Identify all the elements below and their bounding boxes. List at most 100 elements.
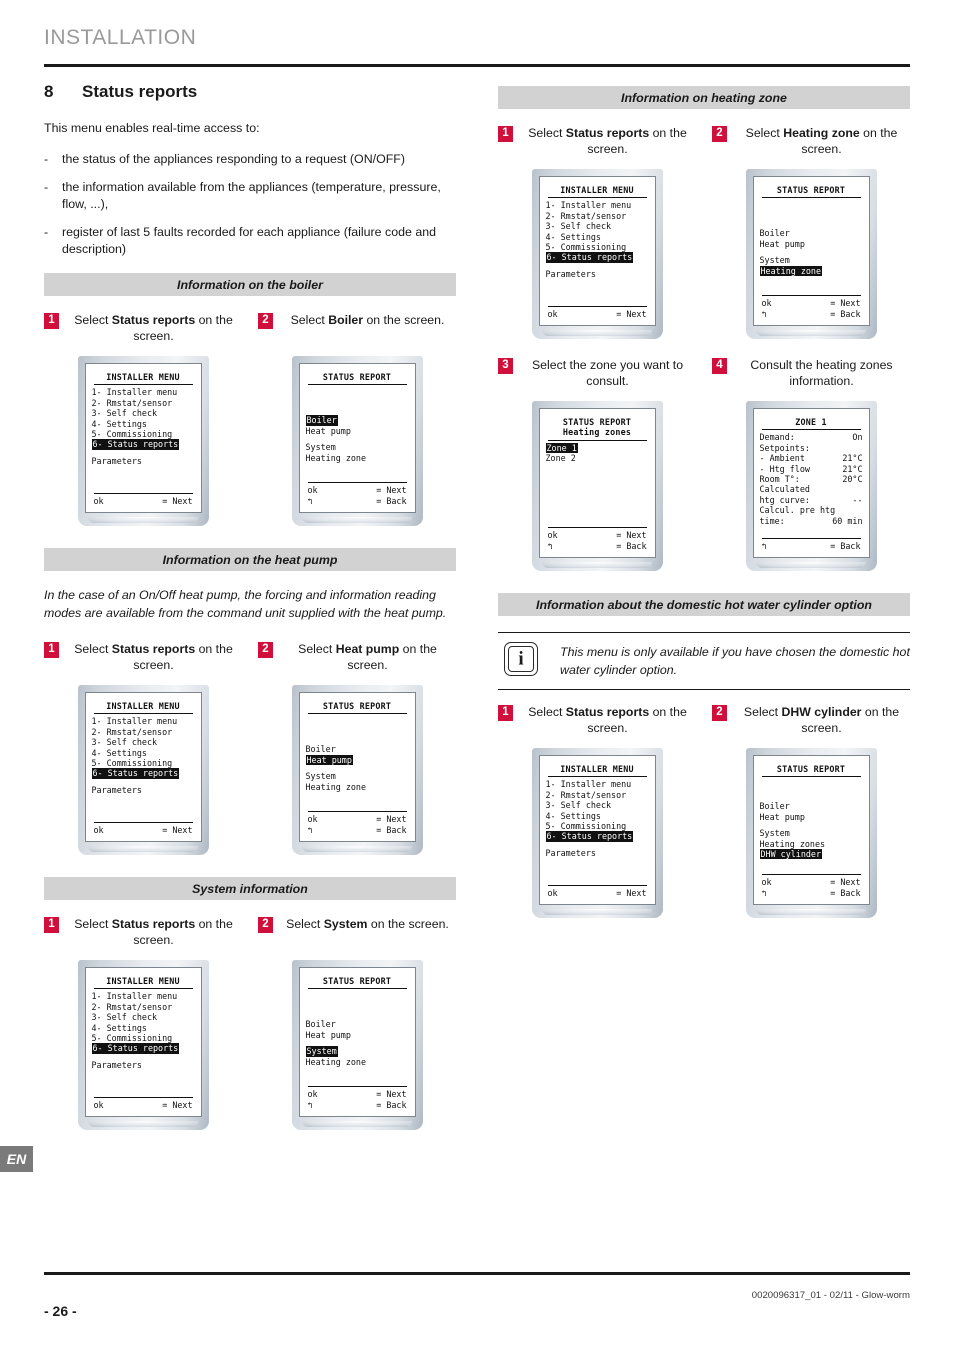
menu-item[interactable]: Heating zone <box>306 782 409 792</box>
menu-item[interactable]: Heating zones <box>760 839 863 849</box>
menu-item[interactable]: 4- Settings <box>92 748 195 758</box>
menu-item[interactable]: Parameters <box>92 785 195 795</box>
menu-item[interactable]: Heating zone <box>306 453 409 463</box>
menu-item[interactable]: 4- Settings <box>546 232 649 242</box>
footer-val: = Back <box>830 540 861 551</box>
menu-item[interactable]: 1- Installer menu <box>92 716 195 726</box>
menu-item[interactable]: 4- Settings <box>92 419 195 429</box>
step-select-dhw-cylinder: 2 Select DHW cylinder on the screen. STA… <box>712 704 910 918</box>
menu-item-selected[interactable]: 6- Status reports <box>91 768 180 779</box>
menu-item-selected[interactable]: 6- Status reports <box>545 831 634 842</box>
step-text-post: on the screen. <box>363 313 445 328</box>
menu-item-selected[interactable]: Heating zone <box>759 265 823 277</box>
lcd-device: STATUS REPORT Boiler Heat pump System He… <box>291 356 423 527</box>
menu-item[interactable]: 3- Self check <box>92 737 195 747</box>
menu-item[interactable]: System <box>760 255 863 265</box>
menu-item-selected[interactable]: Boiler <box>305 415 338 426</box>
menu-item[interactable]: 5- Commissioning <box>92 1033 195 1043</box>
step-label: Select the zone you want to consult. <box>531 358 684 389</box>
screen-footer: ok = Next <box>547 884 647 898</box>
menu-item[interactable]: System <box>306 771 409 781</box>
menu-item[interactable]: Zone 2 <box>546 453 649 463</box>
menu-item[interactable]: 4- Settings <box>92 1023 195 1033</box>
menu-item[interactable]: 2- Rmstat/sensor <box>92 398 195 408</box>
menu-item[interactable]: 2- Rmstat/sensor <box>546 790 649 800</box>
footer-hint: ok = Next <box>94 1100 193 1110</box>
menu-item[interactable]: Parameters <box>92 1060 195 1070</box>
menu-item-selected[interactable]: 6- Status reports <box>91 1043 180 1054</box>
footer-val: = Next <box>830 298 861 309</box>
menu-item[interactable]: Parameters <box>92 456 195 466</box>
detail-value: 20°C <box>842 474 863 485</box>
screen-footer: ok = Next <box>93 821 193 835</box>
menu-item[interactable]: Boiler <box>760 228 863 238</box>
menu-item-selected[interactable]: 6- Status reports <box>545 252 634 263</box>
menu-item[interactable]: Boiler <box>306 1019 409 1029</box>
section-bar-dhw: Information about the domestic hot water… <box>498 593 910 616</box>
menu-item[interactable]: 3- Self check <box>92 408 195 418</box>
step-text-bold: Heat pump <box>335 642 400 656</box>
menu-item[interactable]: 3- Self check <box>92 1012 195 1022</box>
step-status-reports: 1 Select Status reports on the screen. I… <box>44 312 242 527</box>
menu-item[interactable]: 2- Rmstat/sensor <box>92 727 195 737</box>
language-tab: EN <box>0 1146 33 1172</box>
list-item: - the status of the appliances respondin… <box>44 151 456 169</box>
menu-item[interactable]: 5- Commissioning <box>92 758 195 768</box>
screen-title: INSTALLER MENU <box>106 372 180 383</box>
menu-item[interactable]: Heating zone <box>306 1057 409 1067</box>
menu-item[interactable]: 2- Rmstat/sensor <box>92 1002 195 1012</box>
menu-item[interactable]: 3- Self check <box>546 800 649 810</box>
screen-title: INSTALLER MENU <box>560 185 634 195</box>
menu-item[interactable]: Boiler <box>306 744 409 754</box>
menu-item[interactable]: 1- Installer menu <box>546 200 649 210</box>
step-text-pre: Select <box>528 126 566 140</box>
footer-hint: ok = Next <box>762 877 861 887</box>
footer-val: = Next <box>162 1099 193 1110</box>
menu-item[interactable]: System <box>306 442 409 452</box>
menu-item[interactable]: 5- Commissioning <box>546 821 649 831</box>
lcd-screen-installer-menu: INSTALLER MENU 1- Installer menu 2- Rmst… <box>538 176 656 326</box>
menu-item[interactable]: Parameters <box>546 269 649 279</box>
menu-item[interactable]: Heat pump <box>760 239 863 249</box>
menu-item-selected[interactable]: DHW cylinder <box>759 849 823 860</box>
lcd-device: INSTALLER MENU 1- Installer menu 2- Rmst… <box>77 356 209 527</box>
screen-body: Boiler Heat pump System Heating zone <box>305 714 409 811</box>
menu-item[interactable]: Heat pump <box>306 1030 409 1040</box>
menu-item[interactable]: 5- Commissioning <box>92 429 195 439</box>
menu-item[interactable]: 3- Self check <box>546 221 649 231</box>
step-label: Select Heat pump on the screen. <box>279 641 456 673</box>
footer-hint: ok = Next <box>308 485 407 495</box>
step-status-reports: 1 Select Status reports on the screen. I… <box>498 704 696 918</box>
footer-key: ok <box>307 485 318 496</box>
menu-item[interactable]: 1- Installer menu <box>92 991 195 1001</box>
footer-val: = Next <box>830 877 861 888</box>
menu-item[interactable]: 1- Installer menu <box>92 387 195 397</box>
detail-value: 60 min <box>832 515 863 526</box>
footer-hint: ok = Next <box>548 888 647 898</box>
step-pair-heating-zone-2: 3 Select the zone you want to consult. S… <box>498 357 910 571</box>
menu-item[interactable]: Parameters <box>546 848 649 858</box>
footer-val: = Back <box>830 887 861 898</box>
menu-item[interactable]: 2- Rmstat/sensor <box>546 211 649 221</box>
menu-item-selected[interactable]: 6- Status reports <box>91 439 180 450</box>
menu-item[interactable]: System <box>760 828 863 838</box>
menu-item-selected[interactable]: Heat pump <box>305 754 353 766</box>
menu-item-selected[interactable]: System <box>305 1046 338 1057</box>
step-text-bold: Status reports <box>111 642 196 656</box>
step-label: Select Status reports on the screen. <box>65 641 242 673</box>
menu-item-selected[interactable]: Zone 1 <box>545 442 578 454</box>
screen-footer: ok = Next ↰ = Back <box>307 811 407 835</box>
menu-item[interactable]: Heat pump <box>760 812 863 822</box>
menu-item[interactable]: 4- Settings <box>546 811 649 821</box>
step-badge: 1 <box>498 126 513 142</box>
menu-item[interactable]: Heat pump <box>306 426 409 436</box>
detail-label: - Ambient <box>759 453 805 464</box>
footer-hint: ok = Next <box>548 530 647 540</box>
menu-item[interactable]: 1- Installer menu <box>546 779 649 789</box>
lcd-screen-installer-menu: INSTALLER MENU 1- Installer menu 2- Rmst… <box>84 692 202 842</box>
menu-item[interactable]: 5- Commissioning <box>546 242 649 252</box>
bullet-dash: - <box>44 224 49 239</box>
footer-val: = Back <box>376 1099 407 1110</box>
screen-body: 1- Installer menu 2- Rmstat/sensor 3- Se… <box>91 385 195 492</box>
menu-item[interactable]: Boiler <box>760 801 863 811</box>
